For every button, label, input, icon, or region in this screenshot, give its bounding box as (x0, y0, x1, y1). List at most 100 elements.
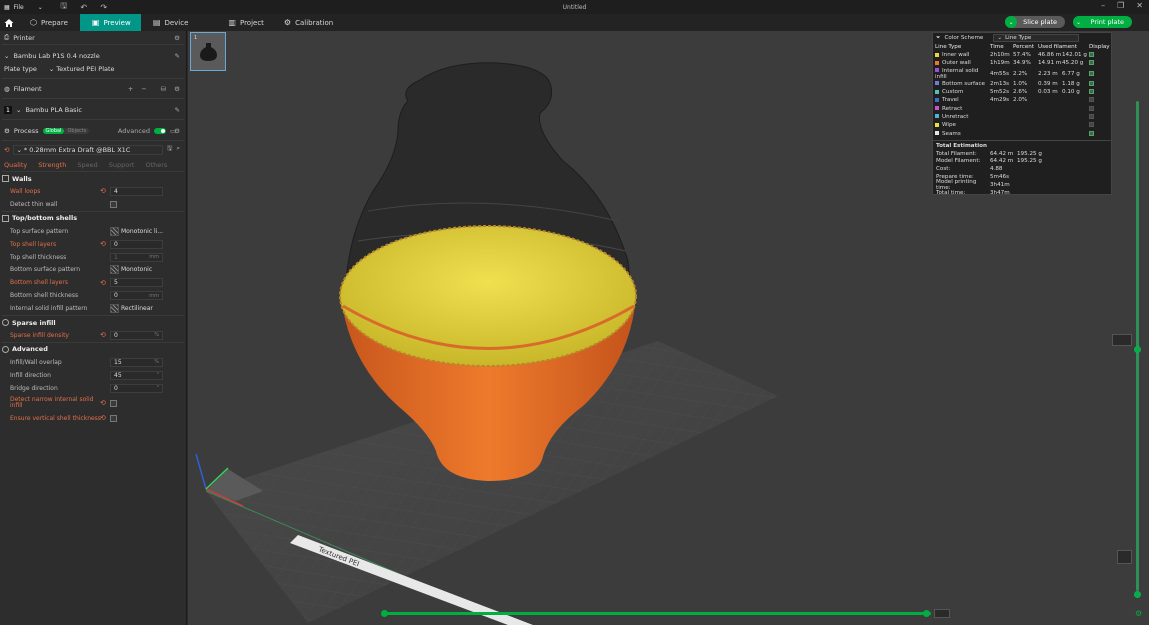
bridge-direction-input[interactable]: 0 ° (110, 383, 163, 393)
plate-type-select[interactable]: ⌄ Textured PEI Plate (49, 65, 115, 73)
color-scheme-select[interactable]: ⌄ Line Type (993, 34, 1080, 42)
restore-icon[interactable]: ❐ (1117, 1, 1124, 10)
top-surface-pattern-select[interactable]: Monotonic li... (110, 226, 163, 236)
display-checkbox[interactable] (1089, 113, 1094, 119)
reset-icon[interactable]: ⟲ (100, 399, 106, 407)
legend-percent: 2.2% (1013, 70, 1028, 77)
filament-select[interactable]: 1 ⌄ Bambu PLA Basic ✎ (0, 103, 186, 116)
process-preset-select[interactable]: ⌄ * 0.28mm Extra Draft @BBL X1C (13, 144, 163, 155)
detect-thin-wall-checkbox[interactable] (110, 200, 117, 208)
slice-plate-button[interactable]: ⌄ Slice plate (1005, 16, 1065, 28)
tab-calibration[interactable]: ⚙ Calibration (276, 14, 345, 31)
tab-others[interactable]: Others (145, 161, 167, 169)
legend-line-type: Inner wall (935, 51, 990, 59)
edit-icon[interactable]: ✎ (175, 52, 180, 60)
layer-slider-bottom-handle[interactable] (1134, 591, 1141, 598)
move-slider-end-handle[interactable] (923, 610, 930, 617)
chevron-down-icon[interactable]: ⌄ (1072, 16, 1085, 28)
chevron-down-icon[interactable]: ⌄ (1005, 16, 1018, 28)
display-checkbox[interactable] (1089, 70, 1094, 76)
internal-solid-infill-select[interactable]: Rectilinear (110, 304, 153, 314)
remove-icon[interactable]: − (141, 85, 146, 93)
ensure-vertical-shell-checkbox[interactable] (110, 414, 117, 422)
bottom-shell-thickness-value: 0 (114, 292, 118, 300)
top-navigation: ⬡ Prepare ▣ Preview ▤ Device ▥ Project ⚙… (0, 14, 1149, 31)
top-shell-layers-label: Top shell layers (10, 240, 57, 248)
display-checkbox[interactable] (1089, 130, 1094, 136)
top-shell-thickness-label: Top shell thickness (10, 253, 67, 261)
edit-icon[interactable]: ✎ (175, 106, 180, 114)
reset-icon[interactable]: ⟲ (4, 146, 9, 154)
reset-icon[interactable]: ⟲ (100, 187, 106, 195)
legend-used-filament (1038, 113, 1089, 121)
settings-icon[interactable]: ⚙ (174, 85, 180, 93)
display-checkbox[interactable] (1089, 97, 1094, 103)
top-shell-layers-input[interactable]: 0 (110, 239, 163, 249)
redo-icon[interactable]: ↷ (97, 3, 111, 12)
detect-narrow-infill-checkbox[interactable] (110, 399, 117, 407)
tab-project[interactable]: ▥ Project (200, 14, 276, 31)
advanced-toggle[interactable] (154, 127, 167, 134)
layer-top-readout (1112, 334, 1132, 346)
infill-direction-input[interactable]: 45 ° (110, 370, 163, 380)
legend-used-filament (1038, 129, 1089, 137)
header-used-filament: Used filament (1038, 44, 1077, 50)
tune-icon[interactable]: ⚙ (174, 127, 180, 135)
layer-slider[interactable] (1134, 101, 1141, 598)
minimize-icon[interactable]: – (1101, 1, 1105, 10)
tab-quality[interactable]: Quality (4, 161, 27, 169)
unit-label: mm (149, 254, 159, 260)
move-slider-start-handle[interactable] (381, 610, 388, 617)
ams-icon[interactable]: ⛁ (161, 85, 166, 93)
tab-device[interactable]: ▤ Device (141, 14, 201, 31)
file-menu-button[interactable]: ▦ File ⌄ (4, 4, 43, 11)
infill-wall-overlap-input[interactable]: 15% (110, 357, 163, 367)
display-checkbox[interactable] (1089, 80, 1094, 86)
tab-strength[interactable]: Strength (38, 161, 66, 169)
sparse-infill-density-input[interactable]: 0% (110, 330, 163, 340)
global-objects-toggle[interactable]: Global Objects (42, 127, 90, 134)
display-checkbox[interactable] (1089, 122, 1094, 128)
objects-option[interactable]: Objects (64, 128, 89, 134)
chevron-down-icon: ⌄ (48, 64, 55, 73)
search-icon[interactable]: ⌕ (176, 144, 180, 155)
process-icon: ⚙ (4, 126, 10, 135)
plate-thumbnail[interactable]: 1 (190, 32, 226, 71)
display-checkbox[interactable] (1089, 52, 1094, 58)
tab-preview[interactable]: ▣ Preview (79, 14, 141, 31)
add-icon[interactable]: + (128, 85, 133, 93)
home-button[interactable] (0, 14, 18, 31)
top-bottom-group-title: Top/bottom shells (0, 212, 186, 225)
save-icon[interactable]: 🖫 (57, 0, 71, 14)
settings-icon[interactable]: ⚙ (174, 34, 180, 42)
display-checkbox[interactable] (1089, 89, 1094, 95)
layer-slider-top-handle[interactable] (1134, 346, 1141, 353)
settings-icon[interactable]: ⚙ (1135, 609, 1142, 618)
wall-loops-input[interactable]: 4 (110, 186, 163, 196)
move-readout (934, 609, 950, 618)
print-plate-button[interactable]: ⌄ Print plate (1072, 16, 1132, 28)
reset-icon[interactable]: ⟲ (100, 279, 106, 287)
collapse-icon[interactable]: ⏷ (936, 35, 940, 42)
reset-icon[interactable]: ⟲ (100, 240, 106, 248)
undo-icon[interactable]: ↶ (77, 3, 91, 12)
reset-icon[interactable]: ⟲ (100, 414, 106, 422)
move-slider[interactable] (381, 610, 931, 617)
tab-support[interactable]: Support (109, 161, 135, 169)
tab-prepare[interactable]: ⬡ Prepare (18, 14, 80, 31)
tab-speed[interactable]: Speed (77, 161, 97, 169)
bottom-surface-pattern-select[interactable]: Monotonic (110, 265, 152, 275)
close-icon[interactable]: ✕ (1136, 1, 1143, 10)
save-icon[interactable]: 🖫 (167, 144, 173, 155)
reset-icon[interactable]: ⟲ (100, 331, 106, 339)
3d-viewport[interactable]: Textured PEI 1 ⏷ Color Scheme ⌄ Line Typ… (188, 31, 1149, 625)
display-checkbox[interactable] (1089, 60, 1094, 66)
printer-select[interactable]: ⌄ Bambu Lab P1S 0.4 nozzle ✎ (0, 49, 186, 62)
top-shell-layers-row: Top shell layers ⟲ 0 (0, 238, 186, 251)
global-option[interactable]: Global (42, 127, 65, 134)
total-label: Model Filament: (936, 158, 981, 165)
bottom-shell-layers-input[interactable]: 5 (110, 278, 163, 288)
display-checkbox[interactable] (1089, 105, 1094, 111)
header-time: Time (990, 44, 1004, 50)
bottom-shell-thickness-input[interactable]: 0 mm (110, 291, 163, 301)
